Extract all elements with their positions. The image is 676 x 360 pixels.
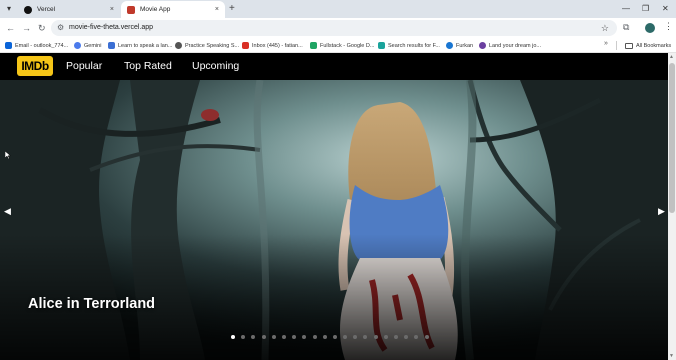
maximize-icon[interactable]: ❐ bbox=[642, 3, 649, 15]
reload-icon[interactable]: ↻ bbox=[38, 22, 46, 34]
tune-icon[interactable]: ⚙ bbox=[57, 22, 64, 34]
arrow-right-icon[interactable]: → bbox=[22, 22, 31, 34]
hero-carousel[interactable]: ◀ ▶ Alice in Terrorland bbox=[0, 80, 668, 360]
carousel-dot[interactable] bbox=[424, 335, 429, 339]
bookmark-label: Learn to speak a lan... bbox=[118, 42, 173, 49]
bookmark-item[interactable]: Learn to speak a lan... bbox=[108, 40, 172, 51]
scroll-down-icon[interactable]: ▼ bbox=[669, 353, 674, 359]
imdb-logo[interactable]: IMDb bbox=[17, 56, 53, 76]
app-navbar: IMDb Popular Top Rated Upcoming bbox=[0, 53, 668, 80]
chevron-left-icon[interactable]: ◀ bbox=[4, 206, 11, 217]
movie-app-favicon-icon bbox=[127, 5, 135, 14]
bookmark-label: Practice Speaking S... bbox=[185, 42, 240, 49]
close-icon[interactable]: × bbox=[215, 6, 219, 13]
arrow-left-icon[interactable]: ← bbox=[6, 22, 15, 34]
close-icon[interactable]: × bbox=[110, 6, 114, 13]
browser-chrome: ▾ Vercel × Movie App × + — ❐ ✕ ← → ↻ ⚙ m… bbox=[0, 0, 676, 53]
carousel-dot[interactable] bbox=[241, 335, 246, 339]
minimize-icon[interactable]: — bbox=[622, 3, 630, 15]
url-text[interactable]: movie-five-theta.vercel.app bbox=[69, 23, 153, 33]
outlook-icon bbox=[5, 42, 12, 49]
carousel-dot[interactable] bbox=[322, 335, 327, 339]
chevron-down-icon[interactable]: ▾ bbox=[3, 3, 15, 15]
tab-title: Vercel bbox=[37, 6, 56, 13]
bookmark-label: Furkan bbox=[456, 42, 474, 49]
folder-icon bbox=[625, 42, 633, 49]
bookmark-site-icon bbox=[479, 42, 486, 49]
carousel-dot[interactable] bbox=[332, 335, 337, 339]
chevron-right-icon[interactable]: ▶ bbox=[658, 206, 665, 217]
all-bookmarks-label: All Bookmarks bbox=[636, 42, 672, 49]
gemini-icon bbox=[74, 42, 81, 49]
puzzle-icon[interactable]: ⧉ bbox=[623, 22, 629, 33]
avatar[interactable] bbox=[645, 23, 655, 33]
bookmark-label: Email - outlook_774... bbox=[15, 42, 69, 49]
carousel-dot[interactable] bbox=[231, 335, 235, 339]
carousel-dot[interactable] bbox=[353, 335, 358, 339]
gmail-icon bbox=[242, 42, 249, 49]
window-close-icon[interactable]: ✕ bbox=[662, 3, 669, 15]
tab-title: Movie App bbox=[140, 6, 171, 13]
bookmark-label: Inbox (445) - fatian... bbox=[252, 42, 303, 49]
hero-movie-title[interactable]: Alice in Terrorland bbox=[28, 296, 155, 312]
carousel-dots bbox=[231, 335, 435, 341]
carousel-dot[interactable] bbox=[292, 335, 297, 339]
carousel-dot[interactable] bbox=[404, 335, 409, 339]
vercel-icon bbox=[24, 5, 32, 14]
divider bbox=[616, 41, 617, 50]
kebab-icon[interactable]: ⋮ bbox=[664, 21, 673, 32]
tab-strip: ▾ Vercel × Movie App × + — ❐ ✕ bbox=[0, 0, 676, 18]
google-drive-icon bbox=[310, 42, 317, 49]
carousel-dot[interactable] bbox=[414, 335, 419, 339]
bookmark-item[interactable]: Search results for F... bbox=[378, 40, 440, 51]
all-bookmarks[interactable]: All Bookmarks bbox=[625, 40, 671, 51]
bookmark-site-icon bbox=[378, 42, 385, 49]
bookmark-label: Gemini bbox=[84, 42, 102, 49]
nav-popular[interactable]: Popular bbox=[66, 59, 102, 73]
carousel-dot[interactable] bbox=[383, 335, 388, 339]
address-bar[interactable]: ⚙ movie-five-theta.vercel.app ☆ bbox=[51, 20, 617, 36]
bookmark-item[interactable]: Email - outlook_774... bbox=[5, 40, 68, 51]
carousel-dot[interactable] bbox=[271, 335, 276, 339]
carousel-dot[interactable] bbox=[312, 335, 317, 339]
scroll-up-icon[interactable]: ▲ bbox=[669, 54, 674, 60]
bookmark-site-icon bbox=[175, 42, 182, 49]
carousel-dot[interactable] bbox=[373, 335, 378, 339]
carousel-dot[interactable] bbox=[363, 335, 368, 339]
bookmark-item[interactable]: Furkan bbox=[446, 40, 473, 51]
bookmark-site-icon bbox=[108, 42, 115, 49]
bookmark-label: Search results for F... bbox=[388, 42, 440, 49]
bookmarks-bar: Email - outlook_774... Gemini Learn to s… bbox=[0, 38, 676, 53]
browser-toolbar: ← → ↻ ⚙ movie-five-theta.vercel.app ☆ bbox=[0, 18, 676, 38]
bookmark-item[interactable]: Inbox (445) - fatian... bbox=[242, 40, 303, 51]
carousel-dot[interactable] bbox=[302, 335, 307, 339]
bookmark-item[interactable]: Fullstack - Google D... bbox=[310, 40, 374, 51]
carousel-dot[interactable] bbox=[343, 335, 348, 339]
carousel-dot[interactable] bbox=[394, 335, 398, 339]
tab-vercel[interactable]: Vercel × bbox=[18, 1, 120, 18]
movie-app: IMDb Popular Top Rated Upcoming ◀ ▶ Alic… bbox=[0, 53, 668, 360]
nav-top-rated[interactable]: Top Rated bbox=[124, 59, 172, 73]
new-tab-icon[interactable]: + bbox=[229, 3, 235, 15]
mouse-cursor-icon bbox=[5, 151, 11, 159]
bookmark-item[interactable]: Gemini bbox=[74, 40, 101, 51]
carousel-dot[interactable] bbox=[251, 335, 256, 339]
carousel-dot[interactable] bbox=[281, 335, 286, 339]
hero-backdrop-image bbox=[0, 80, 668, 360]
bookmark-item[interactable]: Land your dream jo... bbox=[479, 40, 541, 51]
cloud-icon bbox=[446, 42, 453, 49]
nav-upcoming[interactable]: Upcoming bbox=[192, 59, 239, 73]
bookmark-label: Land your dream jo... bbox=[489, 42, 541, 49]
chevron-double-right-icon[interactable]: » bbox=[604, 40, 608, 47]
carousel-dot[interactable] bbox=[261, 335, 266, 339]
star-icon[interactable]: ☆ bbox=[601, 22, 609, 34]
bookmark-label: Fullstack - Google D... bbox=[320, 42, 375, 49]
tab-movie-app[interactable]: Movie App × bbox=[121, 1, 225, 18]
scroll-thumb[interactable] bbox=[669, 63, 675, 213]
page-scrollbar[interactable]: ▲ ▼ bbox=[668, 53, 676, 360]
bookmark-item[interactable]: Practice Speaking S... bbox=[175, 40, 239, 51]
